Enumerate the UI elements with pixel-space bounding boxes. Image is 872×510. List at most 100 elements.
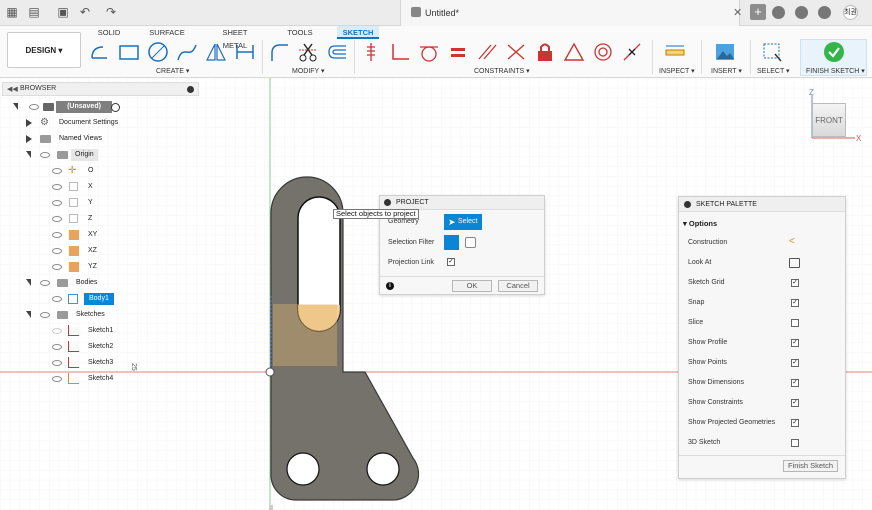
app-grid-icon[interactable]: ▦	[5, 5, 19, 19]
extensions-icon[interactable]	[772, 6, 785, 19]
visibility-eye-icon[interactable]	[52, 248, 62, 254]
midpoint-constraint-icon[interactable]	[621, 41, 643, 63]
symmetry-triangle-icon[interactable]	[563, 41, 585, 63]
dimension-label[interactable]: 25	[130, 363, 137, 371]
collapse-arrows-icon[interactable]: ◀◀	[7, 85, 18, 93]
visibility-eye-icon[interactable]	[52, 376, 62, 382]
fix-lock-icon[interactable]	[534, 41, 556, 63]
show-dimensions-checkbox[interactable]: ✓	[791, 379, 799, 387]
visibility-eye-icon[interactable]	[52, 360, 62, 366]
concentric-constraint-icon[interactable]	[592, 41, 614, 63]
show-projected-geometries-checkbox[interactable]: ✓	[791, 419, 799, 427]
tab-solid[interactable]: SOLID	[95, 26, 123, 39]
info-icon[interactable]: i	[386, 282, 394, 290]
visibility-eye-icon[interactable]	[52, 200, 62, 206]
fillet-tool-icon[interactable]	[268, 41, 290, 63]
create-group-label[interactable]: CREATE ▾	[156, 67, 189, 75]
visibility-eye-icon[interactable]	[40, 312, 50, 318]
snap-checkbox[interactable]: ✓	[791, 299, 799, 307]
show-profile-checkbox[interactable]: ✓	[791, 339, 799, 347]
visibility-eye-icon[interactable]	[52, 264, 62, 270]
expand-triangle-icon[interactable]	[26, 119, 32, 127]
constraints-group-label[interactable]: CONSTRAINTS ▾	[474, 67, 530, 75]
mirror-tool-icon[interactable]	[205, 41, 227, 63]
project-dialog-header[interactable]: PROJECT	[380, 196, 544, 210]
palette-option-show-points[interactable]: Show Points ✓	[679, 353, 845, 373]
redo-icon[interactable]: ↷	[104, 5, 118, 19]
geometry-select-button[interactable]: ➤ Select	[444, 214, 482, 230]
expand-triangle-icon[interactable]	[26, 135, 32, 143]
3d-sketch-checkbox[interactable]	[791, 439, 799, 447]
select-window-icon[interactable]	[761, 41, 783, 63]
show-points-checkbox[interactable]: ✓	[791, 359, 799, 367]
cancel-button[interactable]: Cancel	[498, 280, 538, 292]
visibility-eye-icon[interactable]	[52, 344, 62, 350]
filter-bodies-icon[interactable]	[465, 237, 476, 248]
trim-scissors-icon[interactable]	[297, 41, 319, 63]
visibility-eye-icon[interactable]	[29, 104, 39, 110]
file-menu-icon[interactable]: ▤	[27, 5, 41, 19]
palette-option-show-projected-geometries[interactable]: Show Projected Geometries ✓	[679, 413, 845, 433]
offset-tool-icon[interactable]	[326, 41, 348, 63]
tree-root[interactable]: (Unsaved)	[10, 100, 160, 114]
tab-tools[interactable]: TOOLS	[286, 26, 314, 39]
construction-icon[interactable]: <	[789, 236, 795, 247]
help-icon[interactable]	[818, 6, 831, 19]
visibility-eye-icon[interactable]	[52, 184, 62, 190]
palette-option-show-profile[interactable]: Show Profile ✓	[679, 333, 845, 353]
palette-option-snap[interactable]: Snap ✓	[679, 293, 845, 313]
palette-option-sketch-grid[interactable]: Sketch Grid ✓	[679, 273, 845, 293]
palette-option-show-dimensions[interactable]: Show Dimensions ✓	[679, 373, 845, 393]
origin-point[interactable]	[265, 367, 275, 377]
browser-minimize-icon[interactable]	[187, 86, 194, 93]
palette-header[interactable]: SKETCH PALETTE	[679, 197, 845, 212]
measure-ruler-icon[interactable]	[664, 41, 686, 63]
new-tab-button[interactable]: +	[750, 4, 766, 20]
visibility-eye-icon[interactable]	[52, 328, 62, 334]
job-status-icon[interactable]	[795, 6, 808, 19]
hole-left[interactable]	[286, 452, 320, 486]
expand-triangle-icon[interactable]	[26, 151, 31, 158]
visibility-eye-icon[interactable]	[52, 216, 62, 222]
visibility-eye-icon[interactable]	[52, 232, 62, 238]
slice-checkbox[interactable]	[791, 319, 799, 327]
visibility-eye-icon[interactable]	[52, 296, 62, 302]
visibility-eye-icon[interactable]	[40, 280, 50, 286]
expand-triangle-icon[interactable]	[13, 103, 18, 110]
palette-option-look-at[interactable]: Look At	[679, 253, 845, 273]
workspace-switcher-button[interactable]: DESIGN ▾	[7, 32, 81, 68]
inspect-group-label[interactable]: INSPECT ▾	[659, 67, 695, 75]
collinear-constraint-icon[interactable]	[505, 41, 527, 63]
palette-option-slice[interactable]: Slice	[679, 313, 845, 333]
equal-constraint-icon[interactable]	[447, 41, 469, 63]
palette-option-construction[interactable]: Construction <	[679, 233, 845, 253]
perpendicular-constraint-icon[interactable]	[389, 41, 411, 63]
view-cube[interactable]: FRONT	[812, 103, 846, 137]
tab-sketch[interactable]: SKETCH	[337, 26, 379, 39]
root-component-label[interactable]: (Unsaved)	[56, 101, 112, 113]
coincident-constraint-icon[interactable]	[360, 41, 382, 63]
look-at-icon[interactable]	[789, 258, 800, 268]
activate-radio-icon[interactable]	[111, 103, 120, 112]
hole-right[interactable]	[366, 452, 400, 486]
finish-check-icon[interactable]	[823, 41, 845, 63]
visibility-eye-icon[interactable]	[52, 168, 62, 174]
save-icon[interactable]: ▣	[56, 5, 70, 19]
rectangle-tool-icon[interactable]	[118, 41, 140, 63]
finish-sketch-label[interactable]: FINISH SKETCH ▾	[806, 67, 865, 75]
dimension-h-tool-icon[interactable]	[234, 41, 256, 63]
visibility-eye-icon[interactable]	[40, 152, 50, 158]
dialog-collapse-icon[interactable]	[384, 199, 391, 206]
expand-triangle-icon[interactable]	[26, 311, 31, 318]
palette-option-show-constraints[interactable]: Show Constraints ✓	[679, 393, 845, 413]
tab-surface[interactable]: SURFACE	[148, 26, 186, 39]
select-group-label[interactable]: SELECT ▾	[757, 67, 790, 75]
filter-specified-entities-icon[interactable]	[444, 235, 459, 250]
circle-tool-icon[interactable]	[147, 41, 169, 63]
sketch-grid-checkbox[interactable]: ✓	[791, 279, 799, 287]
close-tab-icon[interactable]: ✕	[733, 6, 742, 19]
ok-button[interactable]: OK	[452, 280, 492, 292]
line-tool-icon[interactable]	[89, 41, 111, 63]
modify-group-label[interactable]: MODIFY ▾	[292, 67, 325, 75]
palette-option-3d-sketch[interactable]: 3D Sketch	[679, 433, 845, 453]
